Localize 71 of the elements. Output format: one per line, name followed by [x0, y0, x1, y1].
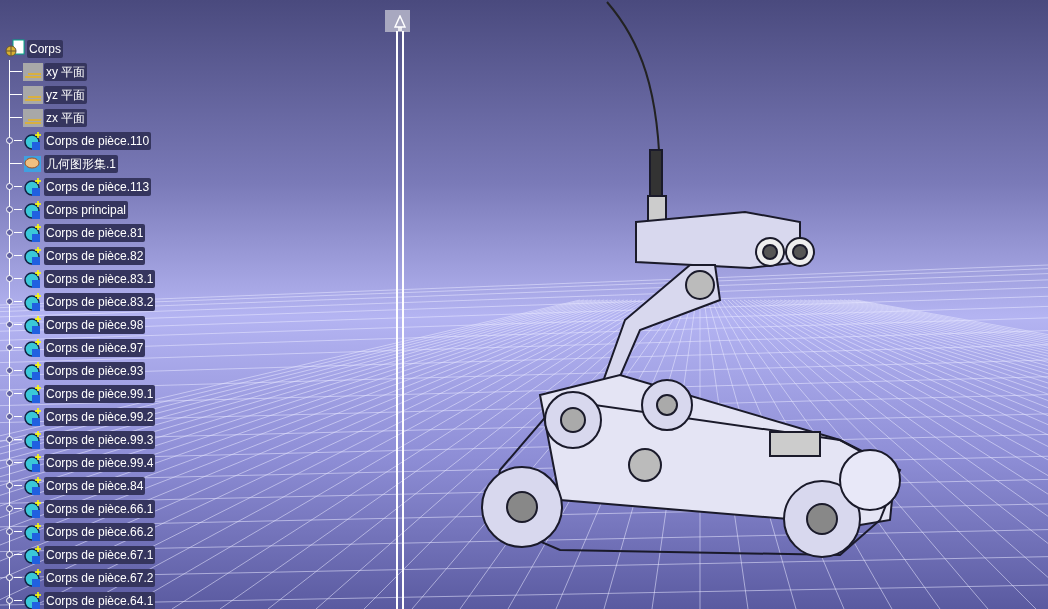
expand-toggle[interactable] — [6, 252, 13, 259]
tree-node-label[interactable]: Corps de pièce.83.1 — [44, 269, 156, 288]
tree-node-label[interactable]: xy 平面 — [44, 62, 88, 81]
expand-toggle[interactable] — [6, 321, 13, 328]
tree-node-label[interactable]: Corps de pièce.99.4 — [44, 453, 156, 472]
body-gear-icon — [23, 360, 43, 381]
expand-toggle[interactable] — [6, 298, 13, 305]
expand-toggle[interactable] — [6, 183, 13, 190]
tree-node-label[interactable]: Corps de pièce.99.1 — [44, 384, 156, 403]
body-gear-icon — [23, 452, 43, 473]
body-gear-icon — [23, 429, 43, 450]
plane-icon — [23, 85, 43, 104]
body-gear-icon — [23, 314, 43, 335]
tree-node-label[interactable]: Corps de pièce.93 — [44, 361, 146, 380]
expand-toggle[interactable] — [6, 137, 13, 144]
expand-toggle[interactable] — [6, 597, 13, 604]
expand-toggle[interactable] — [6, 413, 13, 420]
body-gear-icon — [23, 383, 43, 404]
body-gear-icon — [23, 199, 43, 220]
tree-node-label[interactable]: yz 平面 — [44, 85, 88, 104]
expand-toggle[interactable] — [6, 344, 13, 351]
body-gear-icon — [23, 544, 43, 565]
tree-node-label[interactable]: zx 平面 — [44, 108, 88, 127]
expand-toggle[interactable] — [6, 574, 13, 581]
expand-toggle[interactable] — [6, 390, 13, 397]
expand-toggle[interactable] — [6, 275, 13, 282]
expand-toggle[interactable] — [6, 436, 13, 443]
part-icon — [4, 38, 26, 59]
tree-node-label[interactable]: Corps de pièce.99.2 — [44, 407, 156, 426]
tree-node-label[interactable]: Corps de pièce.110 — [44, 131, 152, 150]
tree-node-label[interactable]: Corps de pièce.82 — [44, 246, 146, 265]
tree-node-label[interactable]: 几何图形集.1 — [44, 154, 118, 173]
tree-node-label[interactable]: Corps de pièce.98 — [44, 315, 146, 334]
tree-node-label[interactable]: Corps de pièce.67.2 — [44, 568, 156, 587]
body-gear-icon — [23, 176, 43, 197]
tree-node-label[interactable]: Corps — [27, 39, 63, 58]
body-gear-icon — [23, 222, 43, 243]
body-gear-icon — [23, 498, 43, 519]
tree-node-label[interactable]: Corps de pièce.64.1 — [44, 591, 156, 609]
tree-node-label[interactable]: Corps de pièce.97 — [44, 338, 146, 357]
tree-node-label[interactable]: Corps de pièce.66.1 — [44, 499, 156, 518]
tree-node-label[interactable]: Corps de pièce.84 — [44, 476, 146, 495]
expand-toggle[interactable] — [6, 528, 13, 535]
expand-toggle[interactable] — [6, 551, 13, 558]
tree-node-label[interactable]: Corps de pièce.83.2 — [44, 292, 156, 311]
body-gear-icon — [23, 567, 43, 588]
body-gear-icon — [23, 521, 43, 542]
body-gear-icon — [23, 475, 43, 496]
scrollbar[interactable] — [393, 15, 407, 609]
tree-node-label[interactable]: Corps de pièce.99.3 — [44, 430, 156, 449]
body-gear-icon — [23, 337, 43, 358]
body-gear-icon — [23, 590, 43, 609]
tree-node-label[interactable]: Corps de pièce.113 — [44, 177, 152, 196]
body-gear-icon — [23, 130, 43, 151]
tree-node-label[interactable]: Corps de pièce.67.1 — [44, 545, 156, 564]
plane-icon — [23, 108, 43, 127]
body-gear-icon — [23, 245, 43, 266]
body-gear-icon — [23, 291, 43, 312]
expand-toggle[interactable] — [6, 482, 13, 489]
tree-node-label[interactable]: Corps principal — [44, 200, 129, 219]
expand-toggle[interactable] — [6, 367, 13, 374]
geometric-set-icon — [23, 153, 43, 174]
expand-toggle[interactable] — [6, 206, 13, 213]
tree-node-label[interactable]: Corps de pièce.66.2 — [44, 522, 156, 541]
plane-icon — [23, 62, 43, 81]
body-gear-icon — [23, 268, 43, 289]
expand-toggle[interactable] — [6, 505, 13, 512]
body-gear-icon — [23, 406, 43, 427]
expand-toggle[interactable] — [6, 229, 13, 236]
expand-toggle[interactable] — [6, 459, 13, 466]
tree-node-label[interactable]: Corps de pièce.81 — [44, 223, 146, 242]
